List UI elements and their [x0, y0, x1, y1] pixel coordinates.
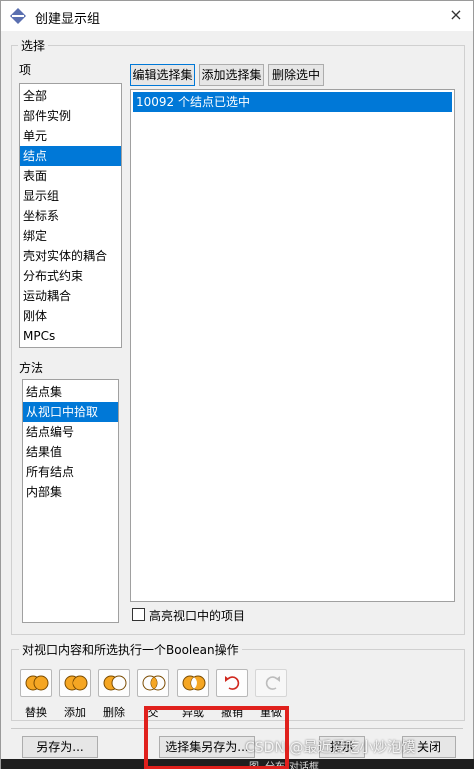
item-type-option[interactable]: 显示组: [20, 186, 121, 206]
title-bar[interactable]: 创建显示组 ×: [1, 1, 473, 31]
csdn-watermark: CSDN @最近爱吃小炒泡馍: [245, 740, 416, 756]
item-type-option[interactable]: 刚体: [20, 306, 121, 326]
item-type-option[interactable]: 单元: [20, 126, 121, 146]
item-type-option[interactable]: 绑定: [20, 226, 121, 246]
undo-icon: [225, 676, 240, 690]
highlight-checkbox[interactable]: [132, 608, 145, 621]
selection-group-label: 选择: [18, 37, 49, 54]
remove-button[interactable]: [98, 669, 130, 697]
method-option[interactable]: 内部集: [23, 482, 118, 502]
item-type-option[interactable]: 表面: [20, 166, 121, 186]
delete-selection-button[interactable]: 删除选中: [268, 64, 324, 86]
method-panel-label: 方法: [19, 361, 44, 375]
xor-icon: [182, 675, 206, 691]
strip-text-3: 对话框: [289, 762, 319, 769]
remove-icon: [103, 675, 127, 691]
selection-result-item[interactable]: 10092 个结点已选中: [133, 92, 452, 112]
item-type-option[interactable]: 部件实例: [20, 106, 121, 126]
selection-result-list[interactable]: 10092 个结点已选中: [130, 89, 455, 602]
item-type-option[interactable]: 分布式约束: [20, 266, 121, 286]
method-option[interactable]: 从视口中拾取: [23, 402, 118, 422]
item-type-option[interactable]: 坐标系: [20, 206, 121, 226]
add-selection-button[interactable]: 添加选择集: [199, 64, 264, 86]
item-type-option[interactable]: 全部: [20, 86, 121, 106]
method-option[interactable]: 所有结点: [23, 462, 118, 482]
method-option[interactable]: 结点集: [23, 382, 118, 402]
boolean-group-label: 对视口内容和所选执行一个Boolean操作: [19, 641, 242, 658]
add-icon: [64, 675, 88, 691]
window-title: 创建显示组: [35, 12, 101, 27]
method-option[interactable]: 结果值: [23, 442, 118, 462]
redo-button[interactable]: [255, 669, 287, 697]
replace-button[interactable]: [20, 669, 52, 697]
remove-label: 删除: [103, 706, 125, 719]
edit-selection-button[interactable]: 编辑选择集: [130, 64, 195, 86]
item-type-option[interactable]: 壳对实体的耦合: [20, 246, 121, 266]
save-as-button[interactable]: 另存为...: [22, 736, 98, 758]
item-type-option[interactable]: MPCs: [20, 326, 121, 346]
method-option[interactable]: 结点编号: [23, 422, 118, 442]
item-type-list[interactable]: 全部 部件实例 单元 结点 表面 显示组 坐标系 绑定 壳对实体的耦合 分布式约束 运动耦合 刚体 MP…: [19, 83, 122, 348]
xor-button[interactable]: [177, 669, 209, 697]
redo-icon: [265, 676, 280, 690]
intersect-icon: [142, 675, 166, 691]
close-icon[interactable]: ×: [443, 3, 469, 27]
add-button[interactable]: [59, 669, 91, 697]
method-list[interactable]: 结点集 从视口中拾取 结点编号 结果值 所有结点 内部集: [22, 379, 119, 623]
highlight-checkbox-label: 高亮视口中的项目: [149, 609, 246, 623]
replace-label: 替换: [25, 706, 47, 719]
create-display-group-dialog: 创建显示组 × 选择 项 全部 部件实例 单元 结点 表面 显示组 坐标系 绑定 壳对实体的耦合…: [0, 0, 474, 769]
undo-button[interactable]: [216, 669, 248, 697]
item-type-option[interactable]: 结点: [20, 146, 121, 166]
abaqus-app-icon: [10, 8, 26, 24]
add-label: 添加: [64, 706, 86, 719]
item-type-option[interactable]: 运动耦合: [20, 286, 121, 306]
replace-icon: [25, 675, 49, 691]
intersect-button[interactable]: [137, 669, 169, 697]
item-panel-label: 项: [19, 63, 32, 77]
